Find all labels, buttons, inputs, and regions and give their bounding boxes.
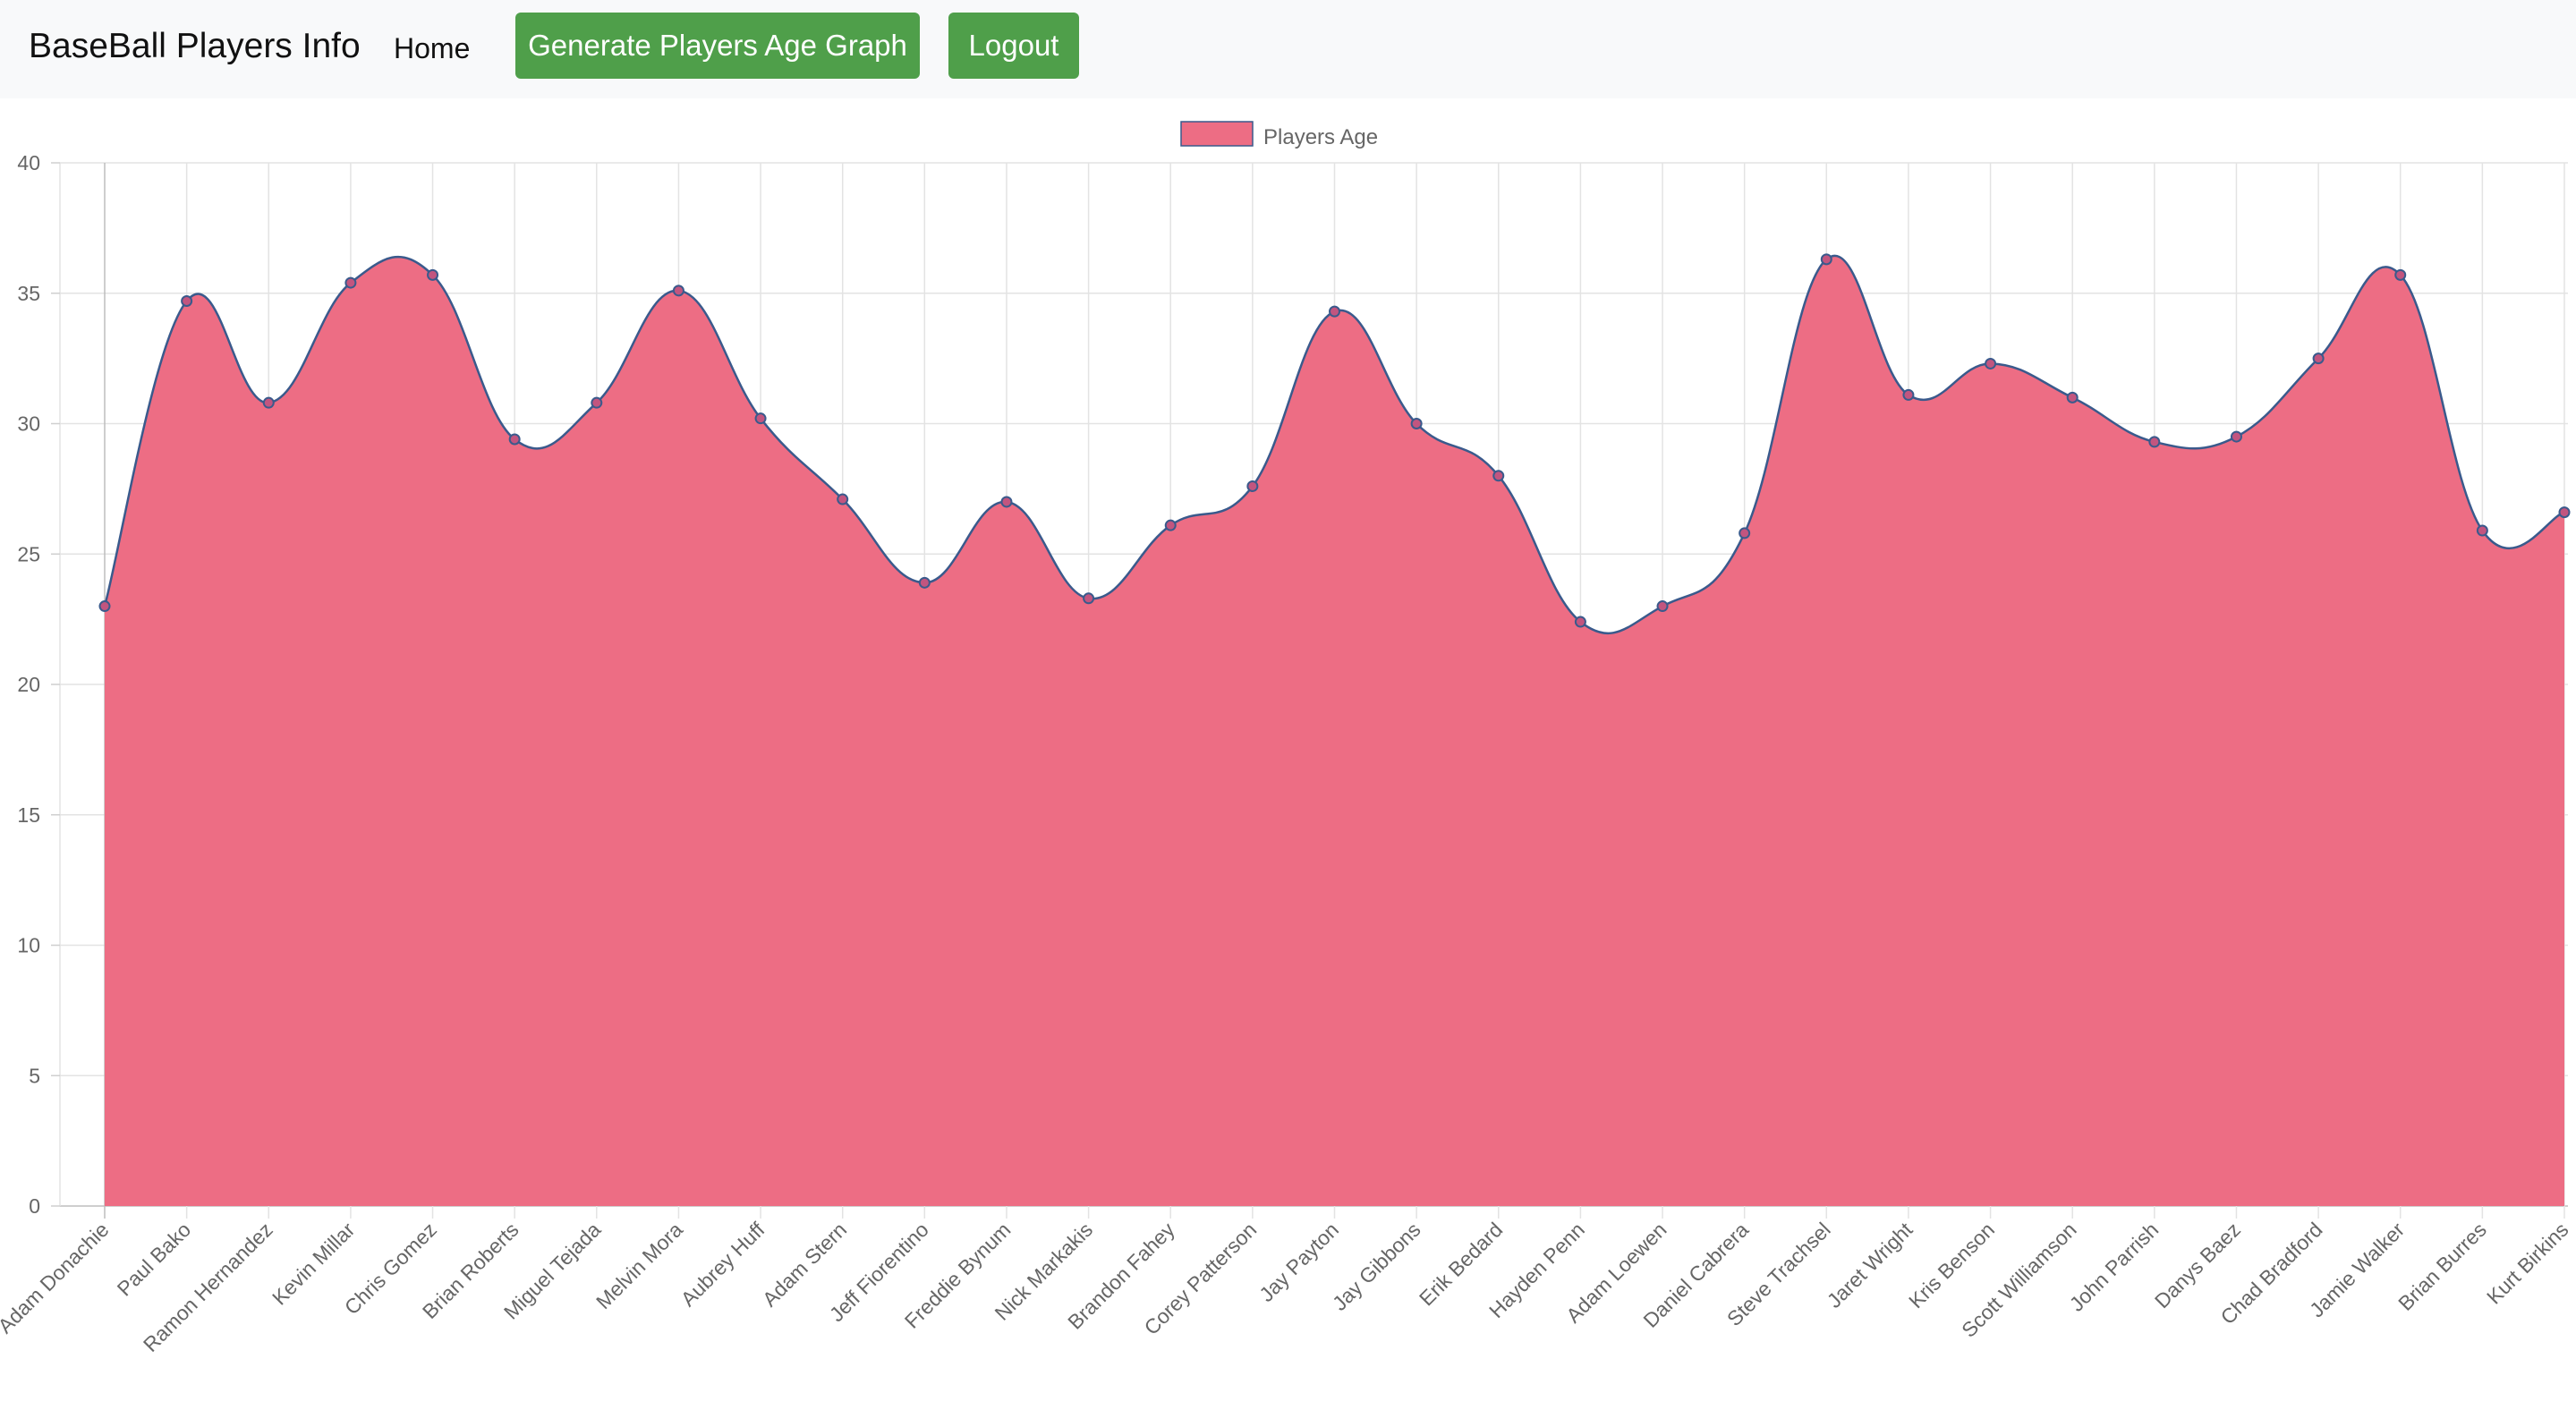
data-point[interactable]: [1656, 600, 1669, 613]
data-point[interactable]: [1164, 519, 1177, 531]
legend-swatch: [1180, 121, 1254, 147]
generate-graph-button[interactable]: Generate Players Age Graph: [515, 13, 920, 79]
players-age-chart: 0 5 10 15 20 25 30 35 40 Adam Donachie Paul BakoR…: [0, 121, 2573, 1356]
x-tick-label: Kurt Birkins: [2482, 1218, 2573, 1309]
x-tick-label: Paul Bako: [113, 1218, 196, 1301]
data-point[interactable]: [2148, 436, 2161, 448]
y-tick-label: 40: [17, 151, 40, 174]
y-tick-label: 30: [17, 412, 40, 436]
data-point[interactable]: [2394, 268, 2407, 281]
x-tick-label: John Parrish: [2065, 1218, 2164, 1316]
data-point[interactable]: [754, 412, 767, 425]
x-tick-label: Jay Gibbons: [1328, 1218, 1425, 1315]
data-point[interactable]: [1000, 496, 1013, 508]
data-point[interactable]: [1902, 388, 1915, 401]
series-area-players-age: [105, 255, 2564, 1206]
data-point[interactable]: [2230, 430, 2242, 443]
data-point[interactable]: [2476, 524, 2488, 537]
x-tick-label: Aubrey Huff: [676, 1218, 769, 1311]
data-point[interactable]: [181, 294, 193, 307]
nav-home-link[interactable]: Home: [394, 32, 470, 65]
y-tick-label: 10: [17, 934, 40, 957]
data-point[interactable]: [1083, 592, 1095, 605]
chart-x-axis: Adam Donachie Paul BakoRamon HernandezKev…: [0, 1218, 2573, 1356]
data-point[interactable]: [262, 396, 275, 409]
chart-y-axis: 0 5 10 15 20 25 30 35 40: [17, 151, 60, 1218]
x-tick-label: Adam Donachie: [0, 1218, 114, 1338]
x-tick-label: Melvin Mora: [591, 1218, 687, 1313]
logout-button[interactable]: Logout: [948, 13, 1079, 79]
data-point[interactable]: [344, 276, 357, 289]
y-tick-label: 20: [17, 673, 40, 696]
data-point[interactable]: [2312, 352, 2325, 365]
data-point[interactable]: [918, 576, 931, 589]
y-tick-label: 0: [29, 1194, 40, 1218]
data-point[interactable]: [427, 268, 439, 281]
data-point[interactable]: [837, 493, 849, 505]
y-tick-label: 5: [29, 1064, 40, 1087]
y-tick-label: 35: [17, 282, 40, 305]
y-tick-label: 15: [17, 803, 40, 827]
data-point[interactable]: [2558, 506, 2571, 519]
x-tick-label: Jay Payton: [1254, 1218, 1343, 1306]
data-point[interactable]: [591, 396, 603, 409]
navbar: BaseBall Players Info Home Generate Play…: [0, 0, 2576, 98]
data-point[interactable]: [1492, 470, 1505, 482]
chart-legend[interactable]: Players Age: [1180, 121, 1378, 149]
data-point[interactable]: [1246, 480, 1259, 492]
chart-area-layer: [103, 254, 2565, 1206]
legend-label: Players Age: [1263, 125, 1378, 149]
data-point[interactable]: [1820, 253, 1832, 266]
brand-title[interactable]: BaseBall Players Info: [29, 27, 361, 66]
data-point[interactable]: [1410, 418, 1423, 429]
data-point[interactable]: [2066, 391, 2079, 403]
data-point[interactable]: [508, 433, 521, 446]
data-point[interactable]: [1739, 527, 1751, 539]
x-tick-label: Brian Burres: [2393, 1218, 2491, 1315]
data-point[interactable]: [1985, 357, 1997, 369]
x-tick-label: Jaret Wright: [1823, 1218, 1917, 1312]
data-point[interactable]: [672, 285, 684, 297]
data-point[interactable]: [1329, 305, 1340, 318]
data-point[interactable]: [1574, 616, 1586, 628]
y-tick-label: 25: [17, 542, 40, 565]
data-point[interactable]: [98, 600, 111, 613]
